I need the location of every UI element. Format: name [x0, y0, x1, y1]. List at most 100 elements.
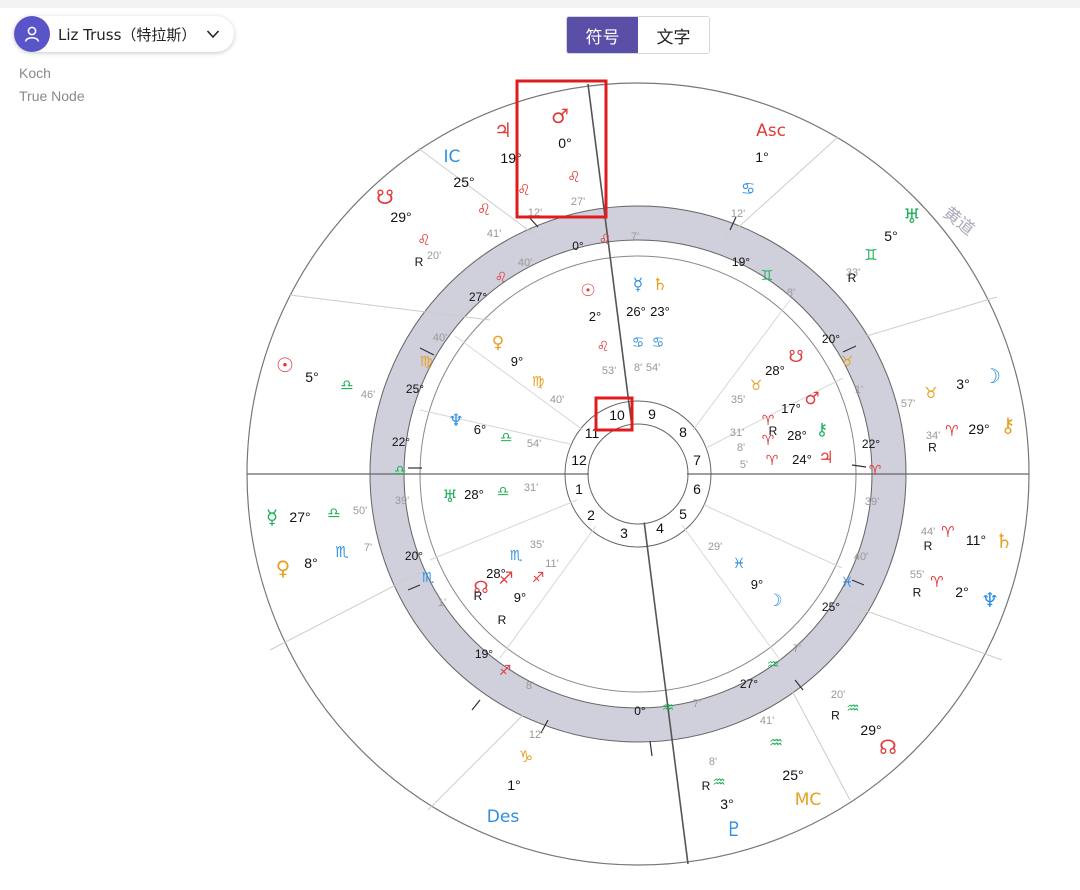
planet-minutes: 54': [646, 362, 660, 374]
house-number-6: 6: [693, 481, 701, 497]
angle-label: Des: [487, 807, 520, 827]
planet-degree: 9°: [751, 577, 763, 592]
cusp-degree: 25°: [822, 600, 840, 614]
angle-label: Asc: [756, 121, 786, 141]
planet-minutes: 40': [550, 394, 564, 406]
planet-degree: 29°: [860, 722, 881, 738]
planet-minutes: 31': [524, 482, 538, 494]
cusp-sign: ♒: [767, 657, 780, 673]
angle-minutes: 12': [529, 729, 543, 741]
retrograde-marker: R: [913, 586, 922, 600]
cusp-sign: ♍: [420, 354, 433, 370]
planet-glyph: ♄: [995, 529, 1013, 553]
planet-glyph: ♅: [442, 487, 457, 507]
planet-degree: 5°: [884, 228, 897, 244]
planet-minutes: 53': [602, 365, 616, 377]
cusp-minutes: 39': [865, 496, 879, 508]
planet-sign: ♌: [567, 168, 580, 186]
planet-glyph: ☋: [376, 185, 394, 209]
cusp-degree: 20°: [822, 332, 840, 346]
cusp-sign: ♐: [499, 663, 512, 679]
planet-minutes: 11': [545, 558, 559, 570]
house-number-5: 5: [679, 506, 687, 522]
planet-sign: ♏: [335, 543, 349, 561]
cusp-minutes: 40': [433, 332, 447, 344]
cusp-degree: 19°: [732, 255, 750, 269]
planet-glyph: ☋: [788, 347, 803, 367]
angle-sign: ♋: [741, 179, 755, 198]
planet-minutes: 27': [571, 196, 585, 208]
planet-minutes: 7': [364, 542, 372, 554]
retrograde-marker: R: [415, 255, 424, 269]
planet-sign: ♉: [750, 378, 763, 394]
planet-glyph: ♐: [498, 569, 513, 589]
planet-glyph: ⚷: [816, 420, 828, 440]
planet-degree: 11°: [966, 532, 986, 548]
planet-degree: 3°: [956, 376, 969, 392]
cusp-minutes: 39': [395, 495, 409, 507]
house-number-1: 1: [575, 481, 583, 497]
planet-sign: ♊: [864, 246, 877, 264]
cusp-minutes: 7': [793, 643, 801, 655]
planet-sign: ♍: [532, 374, 545, 390]
planet-sign: ♒: [712, 773, 725, 791]
planet-glyph: ♂: [804, 389, 819, 409]
angle-minutes: 41': [487, 228, 501, 240]
angle-sign: ♒: [769, 733, 783, 752]
cusp-sign: ♈: [869, 463, 882, 479]
cusp-degree: 19°: [475, 647, 493, 661]
planet-minutes: 50': [353, 505, 367, 517]
planet-minutes: 5': [740, 459, 748, 471]
planet-glyph: ☊: [879, 735, 897, 759]
cusp-minutes: 7': [631, 231, 639, 243]
planet-degree: 28°: [765, 363, 785, 378]
house-number-7: 7: [693, 452, 701, 468]
planet-minutes: 20': [831, 689, 845, 701]
planet-sign: ♌: [417, 231, 430, 249]
planet-minutes: 54': [527, 438, 541, 450]
planet-minutes: 55': [910, 569, 924, 581]
planet-minutes: 29': [708, 541, 722, 553]
cusp-sign: ♉: [841, 354, 854, 370]
cusp-sign: ♒: [662, 700, 675, 716]
cusp-sign: ♏: [422, 570, 435, 586]
angle-label: IC: [444, 147, 461, 167]
house-number-2: 2: [587, 507, 595, 523]
planet-glyph: ♃: [818, 448, 833, 468]
planet-sign: ♓: [733, 556, 746, 572]
house-number-9: 9: [648, 406, 656, 422]
planet-glyph: ♄: [652, 275, 667, 295]
planet-minutes: 35': [530, 539, 544, 551]
planet-sign: ♋: [632, 335, 645, 351]
house-number-10: 10: [609, 407, 625, 423]
angle-sign: ♌: [477, 200, 491, 219]
angle-sign: ♑: [519, 747, 533, 766]
planet-sign: ♉: [924, 384, 937, 402]
planet-sign: ♎: [340, 376, 353, 394]
cusp-sign: ♌: [599, 232, 612, 248]
planet-sign: ♈: [762, 433, 775, 449]
planet-degree: 24°: [792, 452, 812, 467]
planet-degree: 29°: [968, 421, 989, 437]
planet-degree: 3°: [720, 796, 733, 812]
ecliptic-label: 黄道: [939, 203, 978, 240]
planet-minutes: 8': [709, 756, 717, 768]
cusp-minutes: 1': [855, 384, 863, 396]
angle-degree: 1°: [755, 149, 768, 165]
planet-sign: ♎: [500, 430, 513, 446]
planet-degree: 26°: [626, 304, 646, 319]
cusp-degree: 20°: [405, 549, 423, 563]
house-number-8: 8: [679, 424, 687, 440]
planet-minutes: 31': [730, 427, 744, 439]
angle-degree: 25°: [453, 174, 474, 190]
planet-glyph: ♃: [494, 118, 512, 142]
angle-degree: 25°: [782, 767, 803, 783]
cusp-sign: ♎: [394, 463, 407, 479]
planet-sign: ♏: [510, 548, 523, 564]
cusp-minutes: 40': [518, 257, 532, 269]
planet-minutes: 8': [634, 362, 642, 374]
planet-glyph: ☿: [266, 505, 278, 529]
planet-sign: ♈: [945, 422, 958, 440]
planet-sign: ♎: [497, 484, 510, 500]
house-number-4: 4: [656, 520, 664, 536]
